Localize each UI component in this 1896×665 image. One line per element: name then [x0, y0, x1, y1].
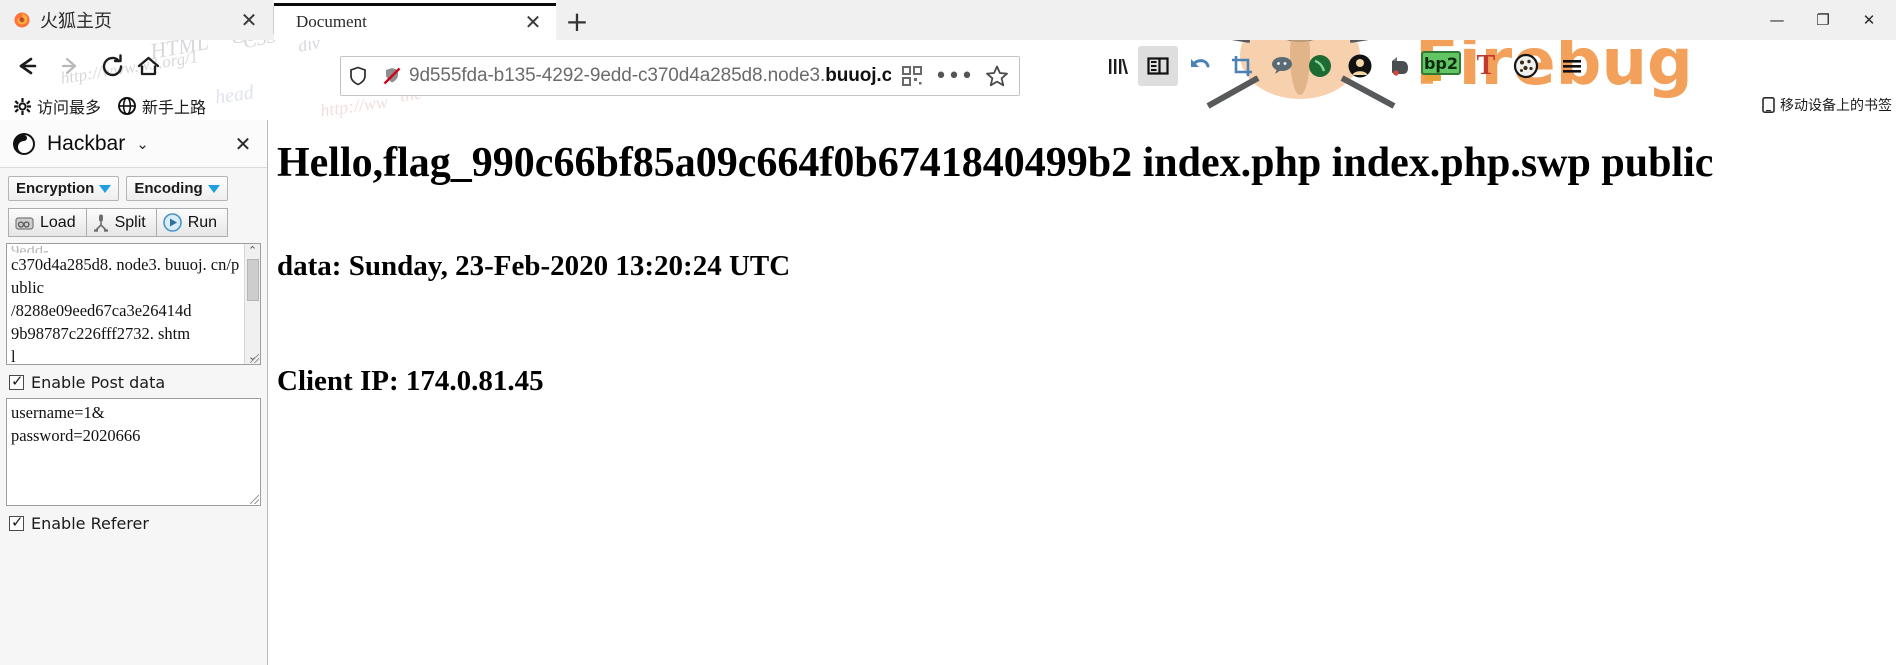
chevron-down-icon [99, 184, 112, 193]
scroll-up-icon[interactable]: ⌃ [248, 244, 257, 258]
cookie-manager-icon[interactable] [1506, 46, 1546, 86]
screenshot-crop-icon[interactable] [1222, 46, 1262, 86]
reload-button[interactable] [92, 46, 132, 86]
enable-post-data-label: Enable Post data [31, 373, 166, 392]
hackbar-sidebar: Hackbar ⌄ ✕ Encryption Encoding Load Spl… [0, 120, 268, 665]
sidebar-title: Hackbar [47, 131, 126, 155]
enable-referer-checkbox[interactable] [9, 513, 24, 531]
enable-post-data-checkbox[interactable] [9, 372, 24, 390]
gear-icon [14, 97, 31, 115]
enable-referer-label: Enable Referer [31, 514, 149, 533]
encryption-label: Encryption [16, 180, 95, 197]
chevron-down-icon[interactable]: ⌄ [136, 135, 149, 153]
page-client-ip-line: Client IP: 174.0.81.45 [277, 365, 544, 397]
encryption-dropdown[interactable]: Encryption [8, 176, 120, 201]
t-icon-label: T [1476, 50, 1496, 81]
bookmark-label: 新手上路 [142, 98, 207, 117]
split-button[interactable]: Split [85, 208, 156, 237]
url-domain: buuoj.cn [825, 65, 891, 86]
app-menu-icon[interactable] [1552, 46, 1592, 86]
url-textarea[interactable]: 9edd-c370d4a285d8. node3. buuoj. cn/publ… [6, 243, 261, 365]
sidebar-toggle-icon[interactable] [1138, 46, 1178, 86]
scrollbar-thumb[interactable] [246, 259, 259, 301]
evernote-icon[interactable] [1380, 46, 1420, 86]
encoding-label: Encoding [134, 180, 203, 197]
account-icon[interactable] [1340, 46, 1380, 86]
load-button[interactable]: Load [8, 208, 86, 237]
library-icon[interactable] [1098, 46, 1138, 86]
undo-close-tab-icon[interactable] [1180, 46, 1220, 86]
mobile-bookmarks-icon [1762, 97, 1775, 113]
qr-code-icon[interactable] [891, 57, 933, 95]
enable-post-data-row[interactable]: Enable Post data [0, 365, 267, 392]
tab-close-button[interactable]: ✕ [236, 7, 262, 33]
page-content: Hello,flag_990c66bf85a09c664f0b674184049… [269, 120, 1896, 665]
sidebar-close-button[interactable]: ✕ [231, 132, 255, 156]
comment-bubble-icon[interactable] [1262, 46, 1302, 86]
sidebar-header: Hackbar ⌄ ✕ [0, 120, 267, 168]
encoding-dropdown[interactable]: Encoding [126, 176, 228, 201]
url-prefix: 9d555fda-b135-4292-9edd-c370d4a285d8.nod… [409, 65, 826, 86]
star-icon[interactable] [975, 57, 1019, 95]
hackbar-dropdown-row: Encryption Encoding [0, 168, 267, 201]
bookmark-item-getting-started[interactable]: 新手上路 [112, 94, 212, 118]
tracking-protection-off-icon[interactable] [375, 57, 409, 95]
url-text[interactable]: 9d555fda-b135-4292-9edd-c370d4a285d8.nod… [409, 65, 891, 87]
tab-label: 火狐主页 [40, 11, 112, 32]
run-label: Run [187, 213, 218, 231]
url-bar[interactable]: 9d555fda-b135-4292-9edd-c370d4a285d8.nod… [340, 56, 1020, 96]
hackbar-action-row: Load Split Run [0, 201, 267, 237]
url-textarea-scrollbar[interactable]: ⌃ ⌄ [244, 244, 260, 364]
new-tab-button[interactable]: + [562, 5, 592, 38]
resize-grip[interactable] [250, 354, 259, 363]
run-icon [162, 213, 182, 232]
resize-grip[interactable] [250, 495, 259, 504]
post-data-textarea[interactable]: username=1& password=2020666 [6, 398, 261, 506]
back-button[interactable] [6, 46, 46, 86]
split-label: Split [114, 213, 146, 231]
enable-referer-row[interactable]: Enable Referer [0, 506, 267, 533]
page-heading: Hello,flag_990c66bf85a09c664f0b674184049… [277, 140, 1714, 186]
bookmark-item-most-visited[interactable]: 访问最多 [8, 94, 107, 118]
shield-icon[interactable] [341, 57, 375, 95]
chevron-down-icon [207, 184, 220, 193]
tab-document[interactable]: Document ✕ [274, 0, 556, 40]
run-button[interactable]: Run [155, 208, 229, 237]
hackbar-logo-icon [13, 132, 35, 155]
window-close-button[interactable]: ✕ [1846, 0, 1892, 40]
hackbar-extension-icon[interactable] [1300, 46, 1340, 86]
firefox-icon [14, 12, 30, 28]
globe-icon [118, 97, 136, 115]
bp2-badge-icon[interactable]: bp2 [1418, 46, 1464, 86]
tab-close-button[interactable]: ✕ [520, 9, 546, 35]
bp2-badge-label: bp2 [1423, 53, 1459, 73]
window-restore-button[interactable]: ❐ [1800, 0, 1846, 40]
post-textarea-wrapper: username=1& password=2020666 [6, 398, 261, 506]
tab-label: Document [296, 11, 367, 31]
window-minimize-button[interactable]: — [1754, 0, 1800, 40]
bookmarks-toolbar: 访问最多 新手上路 移动设备上的书签 [0, 92, 1896, 120]
forward-button [50, 46, 90, 86]
tampermonkey-t-icon[interactable]: T [1466, 46, 1506, 86]
url-textarea-wrapper: 9edd-c370d4a285d8. node3. buuoj. cn/publ… [6, 243, 261, 365]
home-button[interactable] [128, 46, 168, 86]
page-actions-icon[interactable]: ••• [933, 57, 975, 95]
tab-firefox-home[interactable]: 火狐主页 ✕ [0, 0, 272, 40]
url-textarea-value: c370d4a285d8. node3. buuoj. cn/public /8… [11, 255, 240, 365]
page-date-line: data: Sunday, 23-Feb-2020 13:20:24 UTC [277, 250, 791, 282]
tab-strip: 火狐主页 ✕ Document ✕ + — ❐ ✕ [0, 0, 1896, 40]
mobile-bookmarks-item[interactable]: 移动设备上的书签 [1762, 95, 1892, 115]
url-textarea-clipped-line: 9edd- [11, 246, 242, 253]
load-icon [15, 216, 34, 230]
load-label: Load [40, 213, 76, 231]
split-icon [93, 214, 108, 232]
mobile-bookmarks-label: 移动设备上的书签 [1780, 98, 1892, 114]
bookmark-label: 访问最多 [37, 98, 102, 117]
